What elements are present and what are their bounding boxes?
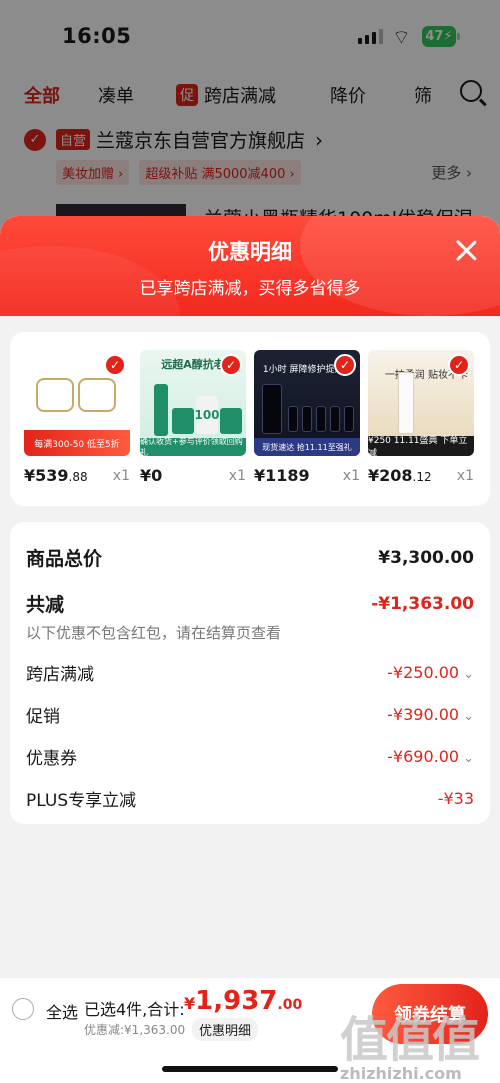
selected-products-card: 每满300-50 低至5折 ✓ ¥539.88 x1 远超A醇抗老 100 确认… bbox=[10, 332, 490, 506]
product-banner: 确认收货+参与评价领取回购礼 bbox=[140, 437, 246, 456]
product-item[interactable]: 1小时 屏障修护提速+ 现货速达 抢11.11至强礼 ✓ ¥1189 x1 bbox=[254, 350, 360, 485]
total-currency: ¥ bbox=[184, 994, 196, 1013]
sheet-title: 优惠明细 bbox=[208, 240, 292, 264]
bottle-shape bbox=[288, 406, 298, 432]
total-price-label: 商品总价 bbox=[26, 548, 103, 570]
discount-row[interactable]: 促销 -¥390.00 ⌄ bbox=[26, 702, 474, 727]
check-icon[interactable]: ✓ bbox=[448, 354, 470, 376]
glasses-frame-shape bbox=[36, 378, 74, 412]
total-decimal: .00 bbox=[277, 997, 303, 1013]
product-price: ¥1189 bbox=[254, 466, 310, 485]
discount-value: -¥250.00 ⌄ bbox=[387, 663, 474, 682]
product-price-int: ¥0 bbox=[140, 466, 163, 485]
sheet-header: 优惠明细 已享跨店满减，买得多省得多 bbox=[0, 216, 500, 316]
total-reduce-value: -¥1,363.00 bbox=[371, 593, 474, 614]
product-item[interactable]: 远超A醇抗老 100 确认收货+参与评价领取回购礼 ✓ ¥0 x1 bbox=[140, 350, 246, 485]
product-banner: 现货速达 抢11.11至强礼 bbox=[254, 438, 360, 456]
discount-label: 跨店满减 bbox=[26, 665, 94, 685]
price-summary-card: 商品总价 ¥3,300.00 共减 -¥1,363.00 以下优惠不包含红包，请… bbox=[10, 522, 490, 824]
discount-note: 以下优惠不包含红包，请在结算页查看 bbox=[26, 624, 282, 642]
product-image: 每满300-50 低至5折 ✓ bbox=[24, 350, 130, 456]
discount-amount: -¥250.00 bbox=[387, 663, 460, 682]
product-price: ¥539.88 bbox=[24, 466, 88, 485]
bottle-shape bbox=[154, 384, 168, 436]
product-price-dec: .12 bbox=[412, 470, 432, 484]
check-icon[interactable]: ✓ bbox=[220, 354, 242, 376]
discount-label: 促销 bbox=[26, 707, 60, 727]
bottle-shape bbox=[330, 406, 340, 432]
discount-label: 优惠券 bbox=[26, 749, 77, 769]
check-icon[interactable]: ✓ bbox=[104, 354, 126, 376]
product-price-int: ¥1189 bbox=[254, 466, 310, 485]
glasses-frame-shape bbox=[78, 378, 116, 412]
select-all-label[interactable]: 全选 bbox=[46, 999, 78, 1023]
select-all-checkbox[interactable] bbox=[12, 998, 34, 1020]
bottle-shape bbox=[398, 372, 414, 434]
product-number: 100 bbox=[194, 396, 220, 434]
bottle-shape bbox=[172, 408, 194, 434]
chevron-down-icon[interactable]: ⌄ bbox=[463, 709, 474, 724]
product-image: 1小时 屏障修护提速+ 现货速达 抢11.11至强礼 ✓ bbox=[254, 350, 360, 456]
discount-row[interactable]: 跨店满减 -¥250.00 ⌄ bbox=[26, 660, 474, 685]
product-banner: ¥250 11.11盛典 下单立减 bbox=[368, 436, 474, 456]
product-qty: x1 bbox=[342, 468, 360, 484]
discount-row: PLUS专享立减 -¥33 bbox=[26, 786, 474, 811]
check-icon[interactable]: ✓ bbox=[334, 354, 356, 376]
bottle-shape bbox=[316, 406, 326, 432]
discount-detail-button[interactable]: 优惠明细 bbox=[192, 1018, 259, 1041]
product-price: ¥208.12 bbox=[368, 466, 432, 485]
product-price-dec: .88 bbox=[68, 470, 88, 484]
discount-detail-sheet: 优惠明细 已享跨店满减，买得多省得多 每满300-50 低至5折 ✓ ¥539.… bbox=[0, 216, 500, 1083]
discount-amount: -¥390.00 bbox=[387, 705, 460, 724]
close-icon[interactable] bbox=[454, 238, 478, 262]
bottle-shape bbox=[220, 408, 242, 434]
total-reduce-label: 共减 bbox=[26, 594, 65, 616]
product-image: 远超A醇抗老 100 确认收货+参与评价领取回购礼 ✓ bbox=[140, 350, 246, 456]
product-item[interactable]: 一抹柔润 贴妆不卡 ¥250 11.11盛典 下单立减 ✓ ¥208.12 x1 bbox=[368, 350, 474, 485]
product-qty: x1 bbox=[456, 468, 474, 484]
discount-amount: -¥690.00 bbox=[387, 747, 460, 766]
discount-label: PLUS专享立减 bbox=[26, 791, 137, 811]
total-amount: ¥1,937.00 bbox=[184, 986, 302, 1016]
watermark-logo: 值值值 zhizhizhi.com bbox=[340, 1000, 480, 1083]
total-price-row: 商品总价 ¥3,300.00 bbox=[26, 544, 474, 571]
discount-value: -¥690.00 ⌄ bbox=[387, 747, 474, 766]
selected-count: 已选4件,合计: bbox=[84, 1000, 185, 1019]
product-price-int: ¥539 bbox=[24, 466, 69, 485]
home-indicator[interactable] bbox=[162, 1066, 338, 1072]
product-item[interactable]: 每满300-50 低至5折 ✓ ¥539.88 x1 bbox=[24, 350, 130, 485]
product-banner: 每满300-50 低至5折 bbox=[24, 430, 130, 456]
discount-row[interactable]: 优惠券 -¥690.00 ⌄ bbox=[26, 744, 474, 769]
chevron-down-icon[interactable]: ⌄ bbox=[463, 751, 474, 766]
discount-summary: 优惠减:¥1,363.00 bbox=[84, 1023, 186, 1037]
watermark-url: zhizhizhi.com bbox=[340, 1064, 462, 1083]
bottle-shape bbox=[262, 384, 282, 434]
product-image: 一抹柔润 贴妆不卡 ¥250 11.11盛典 下单立减 ✓ bbox=[368, 350, 474, 456]
product-price-int: ¥208 bbox=[368, 466, 413, 485]
product-qty: x1 bbox=[112, 468, 130, 484]
discount-amount: -¥33 bbox=[437, 789, 474, 808]
chevron-down-icon[interactable]: ⌄ bbox=[463, 667, 474, 682]
product-price: ¥0 bbox=[140, 466, 162, 485]
watermark-text: 值值值 bbox=[340, 1012, 480, 1068]
product-qty: x1 bbox=[228, 468, 246, 484]
total-price-value: ¥3,300.00 bbox=[378, 547, 474, 568]
discount-value: -¥390.00 ⌄ bbox=[387, 705, 474, 724]
discount-value: -¥33 bbox=[438, 789, 474, 808]
total-integer: 1,937 bbox=[195, 986, 278, 1016]
sheet-subtitle: 已享跨店满减，买得多省得多 bbox=[139, 279, 361, 299]
bottle-shape bbox=[344, 406, 354, 432]
bottle-shape bbox=[302, 406, 312, 432]
total-reduce-row: 共减 -¥1,363.00 bbox=[26, 590, 474, 617]
